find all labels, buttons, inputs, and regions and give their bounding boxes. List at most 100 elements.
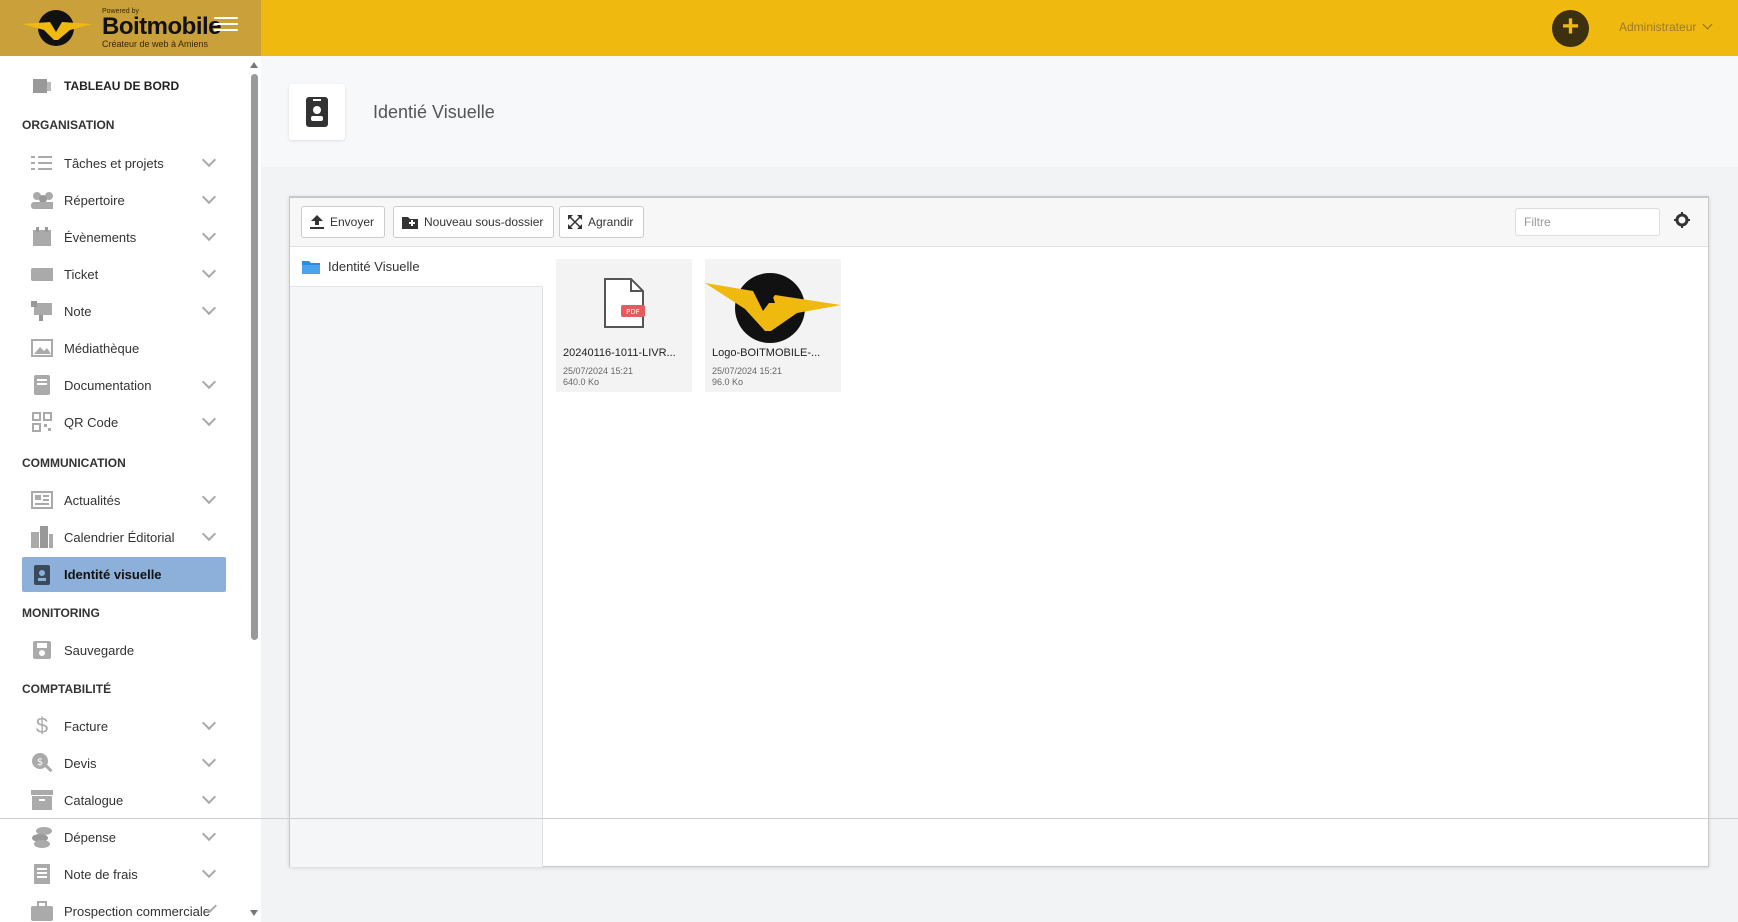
- sidebar-item-label: Documentation: [64, 377, 152, 393]
- sidebar-item-label: Note de frais: [64, 866, 138, 882]
- chevron-down-icon: [201, 189, 217, 205]
- file-date: 25/07/2024 15:21: [712, 366, 783, 376]
- sidebar-item-catalogue[interactable]: Catalogue: [22, 783, 226, 817]
- upload-label: Envoyer: [330, 215, 375, 229]
- new-folder-label: Nouveau sous-dossier: [424, 215, 544, 229]
- section-organisation: ORGANISATION: [22, 118, 115, 132]
- tree-item-label: Identité Visuelle: [328, 259, 420, 274]
- folder-tree: Identité Visuelle: [290, 247, 543, 867]
- chevron-down-icon: [201, 826, 217, 842]
- sidebar-item-label: Facture: [64, 718, 109, 734]
- page-title: Identié Visuelle: [373, 102, 495, 122]
- id-badge-icon: [31, 564, 53, 585]
- sidebar-item-depense[interactable]: Dépense: [22, 820, 226, 854]
- divider: [0, 818, 1738, 819]
- folder-icon: [302, 260, 320, 274]
- sidebar-item-label: TABLEAU DE BORD: [64, 79, 180, 93]
- sidebar-item-prospection[interactable]: Prospection commerciale: [22, 894, 226, 922]
- chevron-down-icon: [201, 752, 217, 768]
- file-item-pdf[interactable]: PDF 20240116-1011-LIVR... 25/07/2024 15:…: [556, 259, 692, 392]
- tree-item-root[interactable]: Identité Visuelle: [290, 247, 543, 287]
- coins-icon: [31, 827, 53, 848]
- sidebar-item-facture[interactable]: $ Facture: [22, 709, 226, 743]
- calendar-icon: [31, 227, 53, 247]
- sidebar-item-dashboard[interactable]: TABLEAU DE BORD: [22, 69, 226, 103]
- sidebar-item-evenements[interactable]: Évènements: [22, 220, 226, 254]
- gear-icon[interactable]: [1674, 212, 1690, 233]
- scroll-up-icon[interactable]: [250, 62, 258, 68]
- id-badge-icon: [306, 97, 328, 127]
- chevron-down-icon: [201, 152, 217, 168]
- expand-button[interactable]: Agrandir: [559, 206, 645, 238]
- upload-icon: [310, 215, 324, 229]
- archive-icon: [31, 790, 53, 810]
- svg-text:PDF: PDF: [626, 308, 640, 316]
- receipt-icon: [31, 864, 53, 884]
- sidebar-item-label: Ticket: [64, 266, 99, 282]
- chevron-down-icon: [201, 715, 217, 731]
- expand-label: Agrandir: [588, 215, 634, 229]
- new-folder-button[interactable]: Nouveau sous-dossier: [393, 206, 555, 238]
- scrollbar-thumb[interactable]: [251, 74, 258, 640]
- filter-input[interactable]: [1515, 208, 1660, 236]
- sidebar-item-label: Dépense: [64, 829, 117, 845]
- add-button[interactable]: +: [1552, 10, 1589, 47]
- menu-toggle-icon[interactable]: [214, 17, 238, 35]
- dollar-icon: $: [35, 713, 49, 738]
- chevron-down-icon: [201, 863, 217, 879]
- note-icon: [31, 301, 53, 321]
- boitmobile-logo-icon: [20, 6, 100, 55]
- sidebar-item-mediatheque[interactable]: Médiathèque: [22, 331, 226, 365]
- file-size: 96.0 Ko: [712, 377, 744, 387]
- user-name: Administrateur: [1619, 20, 1697, 34]
- file-manager-toolbar: Envoyer Nouveau sous-dossier Agrandir: [290, 198, 1708, 247]
- scroll-down-icon[interactable]: [250, 910, 258, 916]
- sidebar-item-note[interactable]: Note: [22, 294, 226, 328]
- sidebar-item-notefrais[interactable]: Note de frais: [22, 857, 226, 891]
- brand-text: Powered by Boitmobile Créateur de web à …: [102, 8, 222, 49]
- sidebar-item-actualites[interactable]: Actualités: [22, 483, 226, 517]
- sidebar-item-label: Identité visuelle: [64, 567, 162, 582]
- sidebar-item-label: Prospection commerciale: [64, 903, 210, 919]
- file-name: 20240116-1011-LIVR...: [563, 347, 676, 359]
- upload-button[interactable]: Envoyer: [301, 206, 386, 238]
- sidebar-scrollbar[interactable]: [246, 56, 261, 922]
- chevron-down-icon: [201, 789, 217, 805]
- file-item-image[interactable]: Logo-BOITMOBILE-... 25/07/2024 15:21 96.…: [705, 259, 841, 392]
- file-list: PDF 20240116-1011-LIVR... 25/07/2024 15:…: [544, 247, 1708, 867]
- search-dollar-icon: $: [31, 753, 53, 773]
- sidebar-item-label: Devis: [64, 755, 97, 771]
- sidebar-item-identite[interactable]: Identité visuelle: [22, 557, 226, 592]
- section-comptabilite: COMPTABILITÉ: [22, 682, 112, 696]
- dashboard-icon: [31, 76, 53, 96]
- sidebar-item-calendrier[interactable]: Calendrier Éditorial: [22, 520, 226, 554]
- briefcase-icon: [31, 901, 53, 921]
- sidebar-item-label: Actualités: [64, 492, 121, 508]
- sidebar-item-ticket[interactable]: Ticket: [22, 257, 226, 291]
- chevron-down-icon: [201, 300, 217, 316]
- chevron-down-icon: [201, 263, 217, 279]
- sidebar-item-qrcode[interactable]: QR Code: [22, 405, 226, 439]
- sidebar-item-taches[interactable]: Tâches et projets: [22, 146, 226, 180]
- sidebar-item-label: Note: [64, 303, 92, 319]
- sidebar-item-repertoire[interactable]: Répertoire: [22, 183, 226, 217]
- sidebar-item-label: Répertoire: [64, 192, 125, 208]
- ticket-icon: [31, 264, 53, 284]
- section-communication: COMMUNICATION: [22, 456, 126, 470]
- book-icon: [31, 375, 53, 395]
- chevron-down-icon: [201, 374, 217, 390]
- building-icon: [31, 526, 53, 548]
- sidebar-item-label: Catalogue: [64, 792, 124, 808]
- checklist-icon: [31, 153, 53, 173]
- sidebar-item-label: QR Code: [64, 414, 119, 430]
- sidebar-item-devis[interactable]: $ Devis: [22, 746, 226, 780]
- user-menu[interactable]: Administrateur: [1619, 19, 1713, 34]
- sidebar-item-sauvegarde[interactable]: Sauvegarde: [22, 633, 226, 667]
- users-icon: [31, 190, 53, 210]
- page-icon: [289, 84, 345, 140]
- sidebar-item-documentation[interactable]: Documentation: [22, 368, 226, 402]
- chevron-down-icon: [201, 226, 217, 242]
- file-date: 25/07/2024 15:21: [563, 366, 634, 376]
- file-manager: Envoyer Nouveau sous-dossier Agrandir Id…: [289, 196, 1709, 867]
- file-size: 640.0 Ko: [563, 377, 600, 387]
